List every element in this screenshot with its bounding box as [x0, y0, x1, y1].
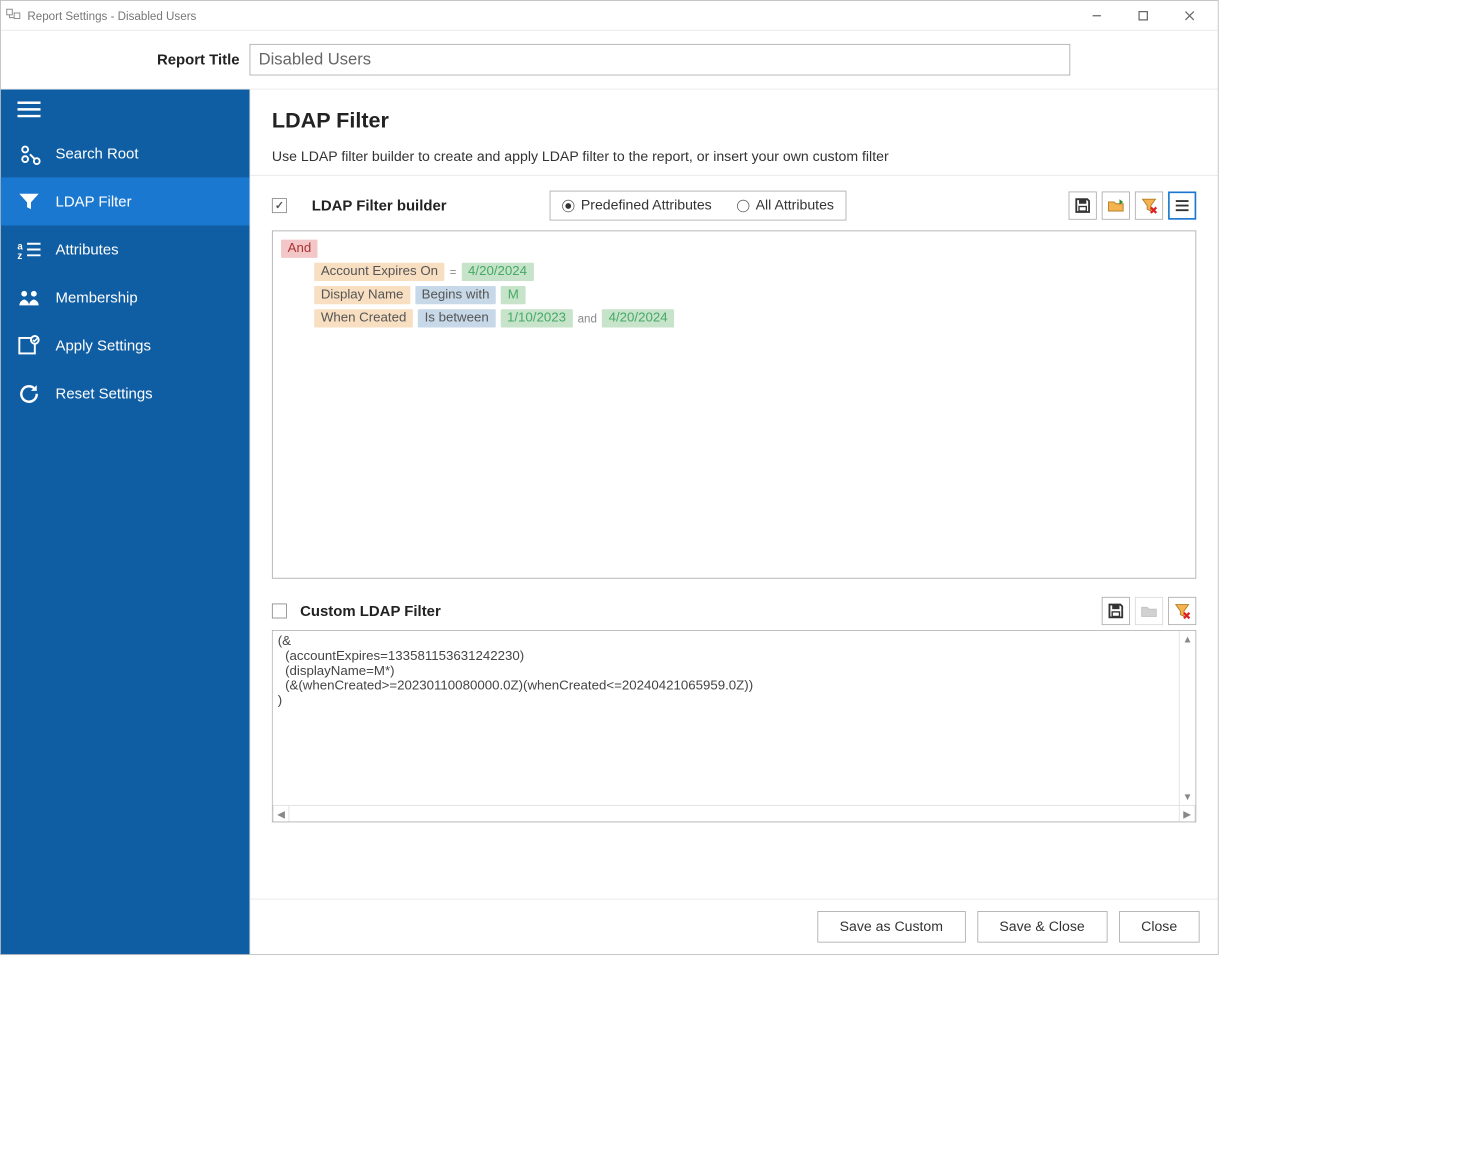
- close-window-button[interactable]: [1166, 0, 1212, 30]
- custom-label: Custom LDAP Filter: [300, 602, 441, 619]
- radio-dot-icon: [737, 199, 749, 211]
- custom-toolbar: [1102, 597, 1197, 625]
- sidebar-item-label: Attributes: [56, 241, 119, 258]
- horiz-scrollbar[interactable]: ◀ ▶: [273, 805, 1196, 822]
- apply-icon: [17, 334, 40, 357]
- sidebar-item-ldap-filter[interactable]: LDAP Filter: [1, 177, 250, 225]
- val-token[interactable]: 4/20/2024: [602, 309, 674, 327]
- reset-icon: [17, 382, 40, 405]
- close-button[interactable]: Close: [1119, 911, 1200, 943]
- builder-toolbar: [1069, 191, 1197, 219]
- scroll-up-icon[interactable]: ▲: [1183, 631, 1193, 648]
- sidebar: Search Root LDAP Filter az Attributes Me…: [1, 90, 250, 955]
- body: Search Root LDAP Filter az Attributes Me…: [1, 89, 1218, 954]
- save-filter-button[interactable]: [1069, 191, 1097, 219]
- op-token[interactable]: Begins with: [415, 286, 496, 304]
- maximize-button[interactable]: [1120, 0, 1166, 30]
- panel-body: LDAP Filter builder Predefined Attribute…: [250, 176, 1217, 899]
- sidebar-item-reset-settings[interactable]: Reset Settings: [1, 370, 250, 418]
- sidebar-item-label: LDAP Filter: [56, 193, 132, 210]
- window: Report Settings - Disabled Users Report …: [0, 0, 1219, 955]
- radio-dot-icon: [562, 199, 574, 211]
- radio-predefined-attributes[interactable]: Predefined Attributes: [562, 197, 712, 214]
- vert-scrollbar[interactable]: ▲ ▼: [1179, 631, 1196, 805]
- minimize-button[interactable]: [1074, 0, 1120, 30]
- root-and-token[interactable]: And: [281, 240, 318, 258]
- app-icon: [6, 8, 21, 23]
- clear-custom-filter-button[interactable]: [1168, 597, 1196, 625]
- filter-line[interactable]: Display Name Begins with M: [314, 286, 1187, 304]
- scroll-down-icon[interactable]: ▼: [1183, 788, 1193, 805]
- custom-filter-box: ▲ ▼ ◀ ▶: [272, 630, 1196, 822]
- op-token[interactable]: Is between: [418, 309, 495, 327]
- attr-token[interactable]: Account Expires On: [314, 263, 444, 281]
- report-title-label: Report Title: [1, 51, 250, 68]
- svg-text:z: z: [17, 251, 22, 261]
- save-custom-filter-button[interactable]: [1102, 597, 1130, 625]
- sidebar-item-label: Search Root: [56, 145, 139, 162]
- report-header: Report Title: [1, 31, 1218, 89]
- sidebar-item-search-root[interactable]: Search Root: [1, 129, 250, 177]
- filter-builder-area[interactable]: And Account Expires On = 4/20/2024 Displ…: [272, 230, 1196, 578]
- main-panel: LDAP Filter Use LDAP filter builder to c…: [250, 90, 1218, 955]
- filter-icon: [17, 190, 40, 213]
- scroll-right-icon[interactable]: ▶: [1179, 806, 1196, 822]
- hamburger-menu[interactable]: [1, 90, 250, 130]
- sidebar-item-attributes[interactable]: az Attributes: [1, 225, 250, 273]
- val-token[interactable]: 1/10/2023: [500, 309, 572, 327]
- search-root-icon: [17, 142, 40, 165]
- clear-filter-button[interactable]: [1135, 191, 1163, 219]
- sidebar-item-label: Apply Settings: [56, 337, 151, 354]
- custom-filter-textarea[interactable]: [273, 631, 1196, 805]
- scroll-left-icon[interactable]: ◀: [273, 806, 290, 822]
- titlebar: Report Settings - Disabled Users: [1, 1, 1218, 31]
- sidebar-item-label: Reset Settings: [56, 385, 153, 402]
- radio-all-attributes[interactable]: All Attributes: [737, 197, 834, 214]
- sidebar-item-apply-settings[interactable]: Apply Settings: [1, 322, 250, 370]
- attribute-scope-group: Predefined Attributes All Attributes: [549, 191, 846, 221]
- op-token[interactable]: =: [450, 265, 457, 278]
- builder-label: LDAP Filter builder: [312, 197, 447, 214]
- custom-header: Custom LDAP Filter: [272, 597, 1196, 625]
- val-token[interactable]: M: [501, 286, 525, 304]
- panel-subtitle: Use LDAP filter builder to create and ap…: [272, 148, 1196, 165]
- save-as-custom-button[interactable]: Save as Custom: [817, 911, 965, 943]
- val-token[interactable]: 4/20/2024: [461, 263, 533, 281]
- open-filter-button[interactable]: [1102, 191, 1130, 219]
- attributes-icon: az: [17, 238, 40, 261]
- connector-token: and: [578, 312, 597, 325]
- membership-icon: [17, 286, 40, 309]
- radio-label: Predefined Attributes: [581, 197, 712, 214]
- open-custom-filter-button: [1135, 597, 1163, 625]
- save-and-close-button[interactable]: Save & Close: [977, 911, 1107, 943]
- filter-line[interactable]: When Created Is between 1/10/2023 and 4/…: [314, 309, 1187, 327]
- panel-head: LDAP Filter Use LDAP filter builder to c…: [250, 90, 1217, 176]
- builder-checkbox[interactable]: [272, 198, 287, 213]
- panel-title: LDAP Filter: [272, 108, 1196, 134]
- attr-token[interactable]: When Created: [314, 309, 413, 327]
- filter-line[interactable]: Account Expires On = 4/20/2024: [314, 263, 1187, 281]
- sidebar-item-label: Membership: [56, 289, 138, 306]
- report-title-input[interactable]: [250, 44, 1071, 76]
- footer: Save as Custom Save & Close Close: [250, 899, 1217, 955]
- text-mode-button[interactable]: [1168, 191, 1196, 219]
- builder-header: LDAP Filter builder Predefined Attribute…: [272, 191, 1196, 221]
- radio-label: All Attributes: [756, 197, 834, 214]
- window-title: Report Settings - Disabled Users: [27, 9, 1073, 22]
- custom-checkbox[interactable]: [272, 604, 287, 619]
- sidebar-item-membership[interactable]: Membership: [1, 274, 250, 322]
- attr-token[interactable]: Display Name: [314, 286, 410, 304]
